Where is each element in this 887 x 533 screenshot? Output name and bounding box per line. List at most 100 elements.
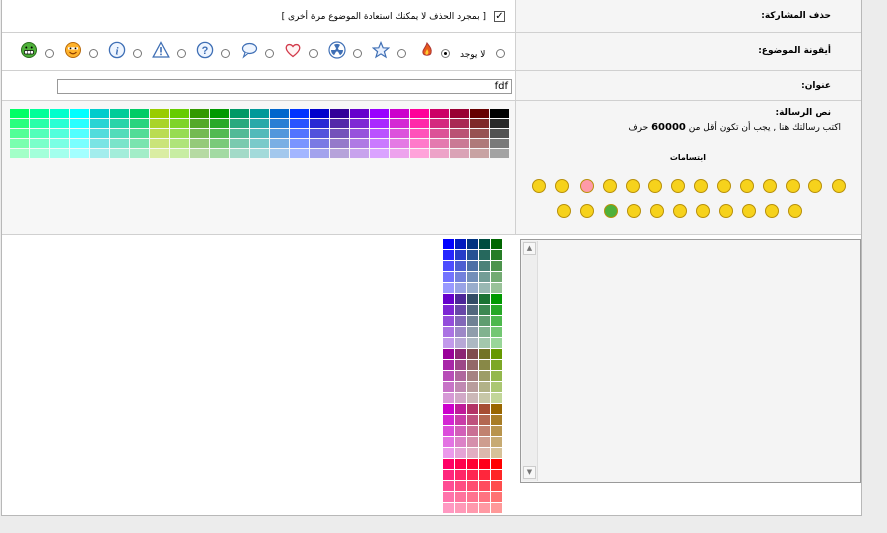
palette-swatch[interactable]	[30, 119, 49, 128]
palette-swatch[interactable]	[467, 503, 478, 513]
palette-swatch[interactable]	[443, 261, 454, 271]
palette-swatch[interactable]	[479, 481, 490, 491]
palette-swatch[interactable]	[490, 119, 509, 128]
palette-swatch[interactable]	[230, 109, 249, 118]
palette-swatch[interactable]	[90, 149, 109, 158]
palette-swatch[interactable]	[470, 149, 489, 158]
palette-swatch[interactable]	[479, 470, 490, 480]
palette-swatch[interactable]	[130, 149, 149, 158]
smiley-rolleyes-icon[interactable]	[694, 179, 708, 193]
palette-swatch[interactable]	[110, 109, 129, 118]
palette-swatch[interactable]	[130, 139, 149, 148]
palette-swatch[interactable]	[491, 448, 502, 458]
palette-swatch[interactable]	[443, 481, 454, 491]
palette-swatch[interactable]	[170, 119, 189, 128]
palette-swatch[interactable]	[90, 109, 109, 118]
palette-swatch[interactable]	[270, 129, 289, 138]
smiley-sad-icon[interactable]	[719, 204, 733, 218]
smiley-smile-big-icon[interactable]	[832, 179, 846, 193]
palette-swatch[interactable]	[443, 349, 454, 359]
palette-swatch[interactable]	[491, 239, 502, 249]
palette-swatch[interactable]	[370, 109, 389, 118]
palette-swatch[interactable]	[330, 109, 349, 118]
palette-swatch[interactable]	[30, 149, 49, 158]
palette-swatch[interactable]	[110, 139, 129, 148]
palette-swatch[interactable]	[467, 470, 478, 480]
palette-swatch[interactable]	[430, 129, 449, 138]
palette-swatch[interactable]	[455, 316, 466, 326]
palette-swatch[interactable]	[430, 149, 449, 158]
smiley-confused-icon[interactable]	[627, 204, 641, 218]
palette-swatch[interactable]	[490, 109, 509, 118]
palette-swatch[interactable]	[410, 139, 429, 148]
palette-swatch[interactable]	[110, 149, 129, 158]
palette-swatch[interactable]	[467, 283, 478, 293]
palette-swatch[interactable]	[170, 139, 189, 148]
palette-swatch[interactable]	[290, 139, 309, 148]
smiley-happy-icon[interactable]	[648, 179, 662, 193]
palette-swatch[interactable]	[210, 129, 229, 138]
palette-swatch[interactable]	[70, 119, 89, 128]
palette-swatch[interactable]	[455, 426, 466, 436]
palette-swatch[interactable]	[443, 239, 454, 249]
palette-swatch[interactable]	[450, 139, 469, 148]
palette-swatch[interactable]	[455, 503, 466, 513]
palette-swatch[interactable]	[467, 272, 478, 282]
palette-swatch[interactable]	[330, 139, 349, 148]
title-input[interactable]: fdf	[57, 79, 512, 94]
palette-swatch[interactable]	[310, 139, 329, 148]
palette-swatch[interactable]	[10, 119, 29, 128]
palette-swatch[interactable]	[455, 360, 466, 370]
palette-swatch[interactable]	[290, 129, 309, 138]
palette-swatch[interactable]	[10, 139, 29, 148]
palette-swatch[interactable]	[455, 294, 466, 304]
palette-swatch[interactable]	[491, 316, 502, 326]
palette-swatch[interactable]	[110, 129, 129, 138]
palette-swatch[interactable]	[10, 129, 29, 138]
palette-swatch[interactable]	[290, 109, 309, 118]
palette-swatch[interactable]	[490, 139, 509, 148]
palette-swatch[interactable]	[490, 149, 509, 158]
palette-swatch[interactable]	[350, 119, 369, 128]
palette-swatch[interactable]	[479, 327, 490, 337]
palette-swatch[interactable]	[455, 338, 466, 348]
smiley-smile-icon[interactable]	[671, 179, 685, 193]
palette-swatch[interactable]	[479, 305, 490, 315]
icon-radio-grin[interactable]	[45, 49, 54, 58]
palette-swatch[interactable]	[491, 470, 502, 480]
palette-swatch[interactable]	[210, 109, 229, 118]
palette-swatch[interactable]	[467, 415, 478, 425]
palette-swatch[interactable]	[110, 119, 129, 128]
palette-swatch[interactable]	[470, 139, 489, 148]
palette-swatch[interactable]	[250, 109, 269, 118]
palette-swatch[interactable]	[455, 437, 466, 447]
palette-swatch[interactable]	[455, 382, 466, 392]
palette-swatch[interactable]	[370, 119, 389, 128]
palette-swatch[interactable]	[479, 382, 490, 392]
palette-swatch[interactable]	[190, 109, 209, 118]
palette-swatch[interactable]	[330, 149, 349, 158]
palette-swatch[interactable]	[491, 305, 502, 315]
palette-swatch[interactable]	[443, 360, 454, 370]
smiley-smile-icon[interactable]	[788, 204, 802, 218]
textarea-scrollbar[interactable]: ▲ ▼	[522, 241, 538, 481]
palette-swatch[interactable]	[467, 294, 478, 304]
palette-swatch[interactable]	[443, 272, 454, 282]
palette-swatch[interactable]	[443, 327, 454, 337]
icon-radio-star[interactable]	[397, 49, 406, 58]
palette-swatch[interactable]	[30, 129, 49, 138]
palette-swatch[interactable]	[467, 448, 478, 458]
palette-swatch[interactable]	[470, 109, 489, 118]
palette-swatch[interactable]	[430, 139, 449, 148]
palette-swatch[interactable]	[370, 149, 389, 158]
palette-swatch[interactable]	[491, 404, 502, 414]
palette-swatch[interactable]	[170, 129, 189, 138]
palette-swatch[interactable]	[50, 109, 69, 118]
palette-swatch[interactable]	[90, 129, 109, 138]
icon-radio-heart[interactable]	[309, 49, 318, 58]
palette-swatch[interactable]	[70, 139, 89, 148]
palette-swatch[interactable]	[130, 119, 149, 128]
palette-swatch[interactable]	[479, 492, 490, 502]
palette-swatch[interactable]	[455, 283, 466, 293]
palette-swatch[interactable]	[479, 360, 490, 370]
